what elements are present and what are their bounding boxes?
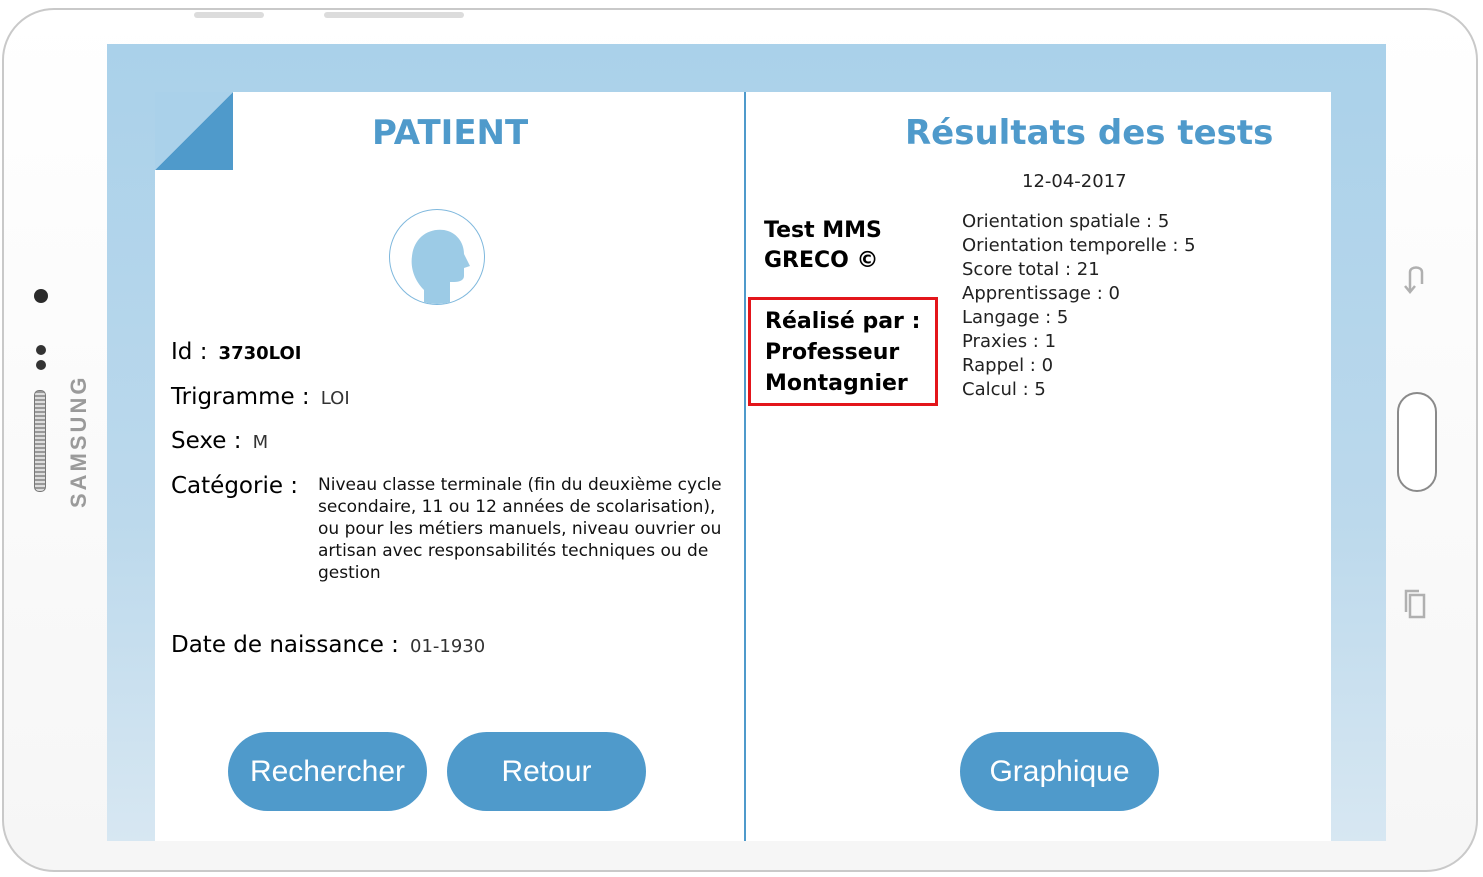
test-name-line1: Test MMS xyxy=(764,218,882,243)
categorie-row: Catégorie : xyxy=(171,473,298,499)
realise-line3: Montagnier xyxy=(765,371,908,396)
score-item: Praxies : 1 xyxy=(962,331,1057,352)
naissance-row: Date de naissance : 01-1930 xyxy=(171,632,485,658)
score-item: Rappel : 0 xyxy=(962,355,1054,376)
sensor-icon xyxy=(36,345,46,355)
score-item: Langage : 5 xyxy=(962,307,1069,328)
score-item: Score total : 21 xyxy=(962,259,1100,280)
score-list: Orientation spatiale : 5 Orientation tem… xyxy=(962,210,1196,402)
score-item: Orientation spatiale : 5 xyxy=(962,211,1170,232)
trigramme-value: LOI xyxy=(320,388,350,409)
test-name: Test MMS GRECO © xyxy=(764,216,882,276)
sensor-icon xyxy=(36,360,46,370)
speaker-grille xyxy=(34,390,46,492)
brand-logo: SAMSUNG xyxy=(66,374,91,508)
content-page xyxy=(155,92,1331,841)
score-item: Orientation temporelle : 5 xyxy=(962,235,1196,256)
realise-line1: Réalisé par : xyxy=(765,309,921,334)
power-button xyxy=(324,12,464,18)
search-button[interactable]: Rechercher xyxy=(228,732,427,811)
sexe-value: M xyxy=(252,432,269,453)
home-button[interactable] xyxy=(1397,392,1437,492)
column-divider xyxy=(744,92,746,841)
score-item: Calcul : 5 xyxy=(962,379,1046,400)
trigramme-row: Trigramme : LOI xyxy=(171,384,350,410)
realise-line2: Professeur xyxy=(765,340,900,365)
recent-apps-icon[interactable] xyxy=(1403,588,1427,620)
results-title: Résultats des tests xyxy=(905,113,1274,153)
trigramme-label: Trigramme : xyxy=(171,384,310,410)
score-item: Apprentissage : 0 xyxy=(962,283,1120,304)
patient-title: PATIENT xyxy=(372,113,529,153)
realise-par-box: Réalisé par : Professeur Montagnier xyxy=(748,297,938,406)
id-label: Id : xyxy=(171,339,208,365)
naissance-label: Date de naissance : xyxy=(171,632,399,658)
id-value: 3730LOI xyxy=(218,343,302,364)
sexe-label: Sexe : xyxy=(171,428,242,454)
test-date: 12-04-2017 xyxy=(1022,171,1127,192)
id-row: Id : 3730LOI xyxy=(171,339,301,365)
page-corner-fold xyxy=(155,92,233,170)
graph-button[interactable]: Graphique xyxy=(960,732,1159,811)
camera-icon xyxy=(34,289,48,303)
categorie-label: Catégorie : xyxy=(171,473,299,499)
test-name-line2: GRECO © xyxy=(764,248,879,273)
back-nav-icon[interactable] xyxy=(1402,262,1428,294)
categorie-value: Niveau classe terminale (fin du deuxième… xyxy=(318,475,722,583)
avatar-icon xyxy=(389,209,485,305)
back-button[interactable]: Retour xyxy=(447,732,646,811)
naissance-value: 01-1930 xyxy=(410,636,486,657)
volume-button xyxy=(194,12,264,18)
sexe-row: Sexe : M xyxy=(171,428,268,454)
